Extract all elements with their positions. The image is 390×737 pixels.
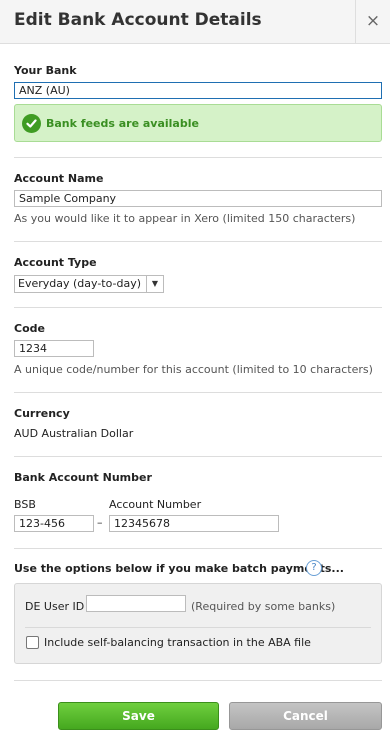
batch-options-panel: DE User ID (Required by some banks) Incl… [14,583,382,664]
bsb-separator: – [97,516,103,529]
divider [14,307,382,308]
divider [14,548,382,549]
chevron-down-icon[interactable]: ▼ [146,276,163,292]
de-user-id-label: DE User ID [25,600,85,613]
bank-feeds-message: Bank feeds are available [46,117,199,130]
help-icon[interactable]: ? [306,560,322,576]
divider [14,241,382,242]
code-label: Code [14,322,45,335]
account-type-selected: Everyday (day-to-day) [18,277,142,290]
account-name-label: Account Name [14,172,104,185]
divider [14,392,382,393]
self-balancing-label[interactable]: Include self-balancing transaction in th… [44,636,311,649]
account-number-input[interactable] [109,515,279,532]
account-name-hint: As you would like it to appear in Xero (… [14,212,356,225]
dialog-header: Edit Bank Account Details × [0,0,390,44]
account-type-label: Account Type [14,256,97,269]
account-name-input[interactable] [14,190,382,207]
save-button[interactable]: Save [58,702,219,730]
divider [14,680,382,681]
currency-label: Currency [14,407,70,420]
account-number-label: Account Number [109,498,202,511]
code-hint: A unique code/number for this account (l… [14,363,373,376]
dialog-title: Edit Bank Account Details [14,10,262,30]
de-user-id-input[interactable] [86,595,186,612]
divider [14,456,382,457]
divider [14,157,382,158]
close-icon[interactable]: × [355,0,390,44]
divider [25,627,371,628]
de-user-id-hint: (Required by some banks) [191,600,336,613]
account-type-select[interactable]: Everyday (day-to-day) ▼ [14,275,164,293]
batch-payments-title: Use the options below if you make batch … [14,562,344,575]
your-bank-input[interactable] [14,82,382,99]
bsb-input[interactable] [14,515,94,532]
currency-value: AUD Australian Dollar [14,427,134,440]
self-balancing-checkbox[interactable] [26,636,39,649]
code-input[interactable] [14,340,94,357]
check-circle-icon [22,114,41,133]
your-bank-label: Your Bank [14,64,77,77]
bank-account-number-label: Bank Account Number [14,471,152,484]
bank-feeds-banner: Bank feeds are available [14,104,382,142]
bsb-label: BSB [14,498,36,511]
cancel-button[interactable]: Cancel [229,702,382,730]
